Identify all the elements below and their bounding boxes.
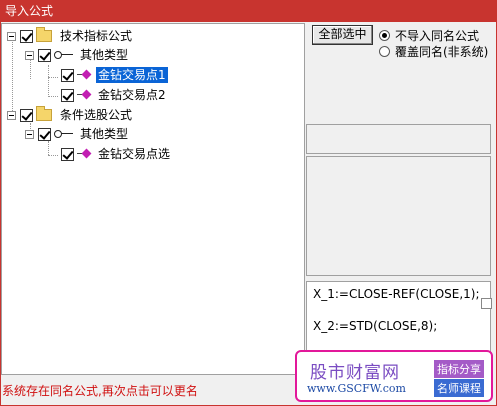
tree-node-label: 其他类型 — [80, 48, 129, 62]
tree-item-jinzuan-select[interactable]: 金钻交易点选 — [61, 145, 172, 163]
checkbox[interactable] — [61, 147, 74, 161]
radio-button[interactable] — [379, 45, 390, 57]
radio-label: 覆盖同名(非系统) — [395, 44, 489, 59]
code-line: X_1:=CLOSE-REF(CLOSE,1); — [313, 287, 480, 301]
tree-item-label: 金钻交易点选 — [98, 147, 171, 161]
code-line: X_2:=STD(CLOSE,8); — [313, 319, 438, 333]
title-bar: 导入公式 — [0, 0, 497, 22]
tree-item-label-selected: 金钻交易点1 — [96, 67, 168, 83]
window-title: 导入公式 — [5, 4, 54, 18]
info-panel-middle — [306, 156, 491, 276]
watermark-logo: 股市财富网 www.GSCFW.com 指标分享 名师课程 — [295, 350, 493, 402]
status-message: 系统存在同名公式,再次点击可以更名 — [2, 384, 198, 398]
watermark-tag: 名师课程 — [434, 379, 484, 397]
formula-diamond-icon — [77, 148, 93, 160]
watermark-tag: 指标分享 — [434, 360, 484, 378]
tree-item-jinzuan-1[interactable]: 金钻交易点1 — [61, 66, 168, 84]
tree-node-tech-indicators[interactable]: 技术指标公式 — [7, 27, 134, 45]
formula-diamond-icon — [77, 69, 93, 81]
radio-skip-same-name[interactable]: 不导入同名公式 — [379, 27, 479, 43]
tree-item-label: 金钻交易点2 — [98, 88, 166, 102]
checkbox[interactable] — [38, 48, 51, 62]
radio-button[interactable] — [379, 29, 390, 41]
tree-node-other-types-1[interactable]: 其他类型 — [25, 46, 130, 64]
collapse-toggle[interactable] — [25, 129, 34, 139]
key-icon — [54, 128, 74, 140]
watermark-url: www.GSCFW.com — [307, 382, 406, 395]
checkbox[interactable] — [61, 88, 74, 102]
tree-node-other-types-2[interactable]: 其他类型 — [25, 125, 130, 143]
formula-tree[interactable]: 技术指标公式 其他类型 金钻交易点1 金钻交易点2 条件选股公式 其他类型 金钻… — [1, 23, 305, 375]
tree-node-label: 技术指标公式 — [60, 29, 133, 43]
tree-item-jinzuan-2[interactable]: 金钻交易点2 — [61, 86, 168, 104]
checkbox[interactable] — [38, 127, 51, 141]
radio-label: 不导入同名公式 — [395, 28, 480, 43]
folder-icon — [36, 106, 52, 121]
watermark-main-text: 股市财富网 — [310, 363, 400, 383]
checkbox[interactable] — [61, 68, 74, 82]
preview-checkbox[interactable] — [481, 298, 492, 309]
checkbox[interactable] — [20, 108, 33, 122]
formula-diamond-icon — [77, 89, 93, 101]
checkbox[interactable] — [20, 29, 33, 43]
collapse-toggle[interactable] — [25, 50, 34, 60]
key-icon — [54, 49, 74, 61]
collapse-toggle[interactable] — [7, 110, 16, 120]
radio-overwrite-same-name[interactable]: 覆盖同名(非系统) — [379, 43, 488, 59]
tree-node-label: 其他类型 — [80, 127, 129, 141]
info-panel-top — [306, 124, 491, 154]
select-all-button[interactable]: 全部选中 — [312, 25, 373, 45]
tree-node-label: 条件选股公式 — [60, 108, 133, 122]
tree-node-stock-selection[interactable]: 条件选股公式 — [7, 106, 134, 124]
folder-icon — [36, 27, 52, 42]
collapse-toggle[interactable] — [7, 31, 16, 41]
